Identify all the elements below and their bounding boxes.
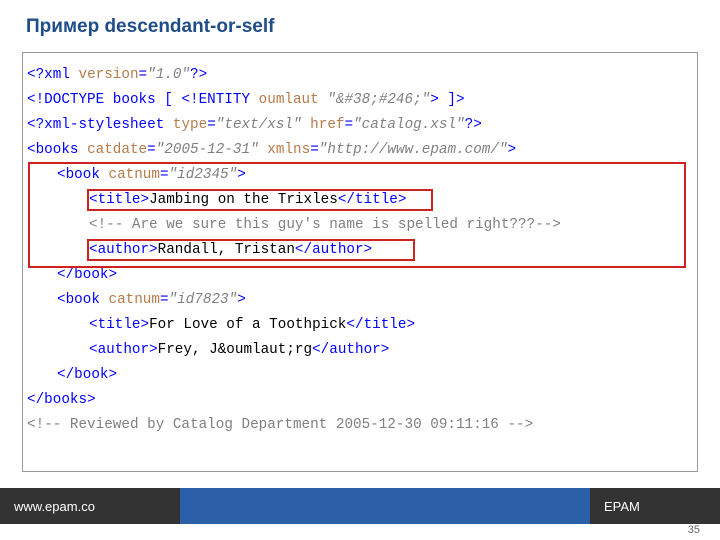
footer-brand: EPAM [590, 488, 720, 524]
code-line: <author>Randall, Tristan</author> [27, 238, 689, 263]
footer-url: www.epam.co [0, 488, 180, 524]
footer-spacer [180, 488, 590, 524]
code-line: <book catnum="id7823"> [27, 288, 689, 313]
code-line: <author>Frey, J&oumlaut;rg</author> [27, 338, 689, 363]
code-line: <!DOCTYPE books [ <!ENTITY oumlaut "&#38… [27, 88, 689, 113]
footer-bar: www.epam.co EPAM [0, 488, 720, 524]
code-line: </book> [27, 263, 689, 288]
code-line: <books catdate="2005-12-31" xmlns="http:… [27, 138, 689, 163]
code-line: </books> [27, 388, 689, 413]
code-line: <!-- Are we sure this guy's name is spel… [27, 213, 689, 238]
code-block: <?xml version="1.0"?> <!DOCTYPE books [ … [22, 52, 698, 472]
page-number: 35 [688, 524, 700, 536]
code-line: <title>Jambing on the Trixles</title> [27, 188, 689, 213]
code-line: </book> [27, 363, 689, 388]
code-line: <!-- Reviewed by Catalog Department 2005… [27, 413, 689, 438]
code-line: <book catnum="id2345"> [27, 163, 689, 188]
code-line: <title>For Love of a Toothpick</title> [27, 313, 689, 338]
slide-title: Пример descendant-or-self [26, 16, 274, 38]
code-line: <?xml version="1.0"?> [27, 63, 689, 88]
code-line: <?xml-stylesheet type="text/xsl" href="c… [27, 113, 689, 138]
